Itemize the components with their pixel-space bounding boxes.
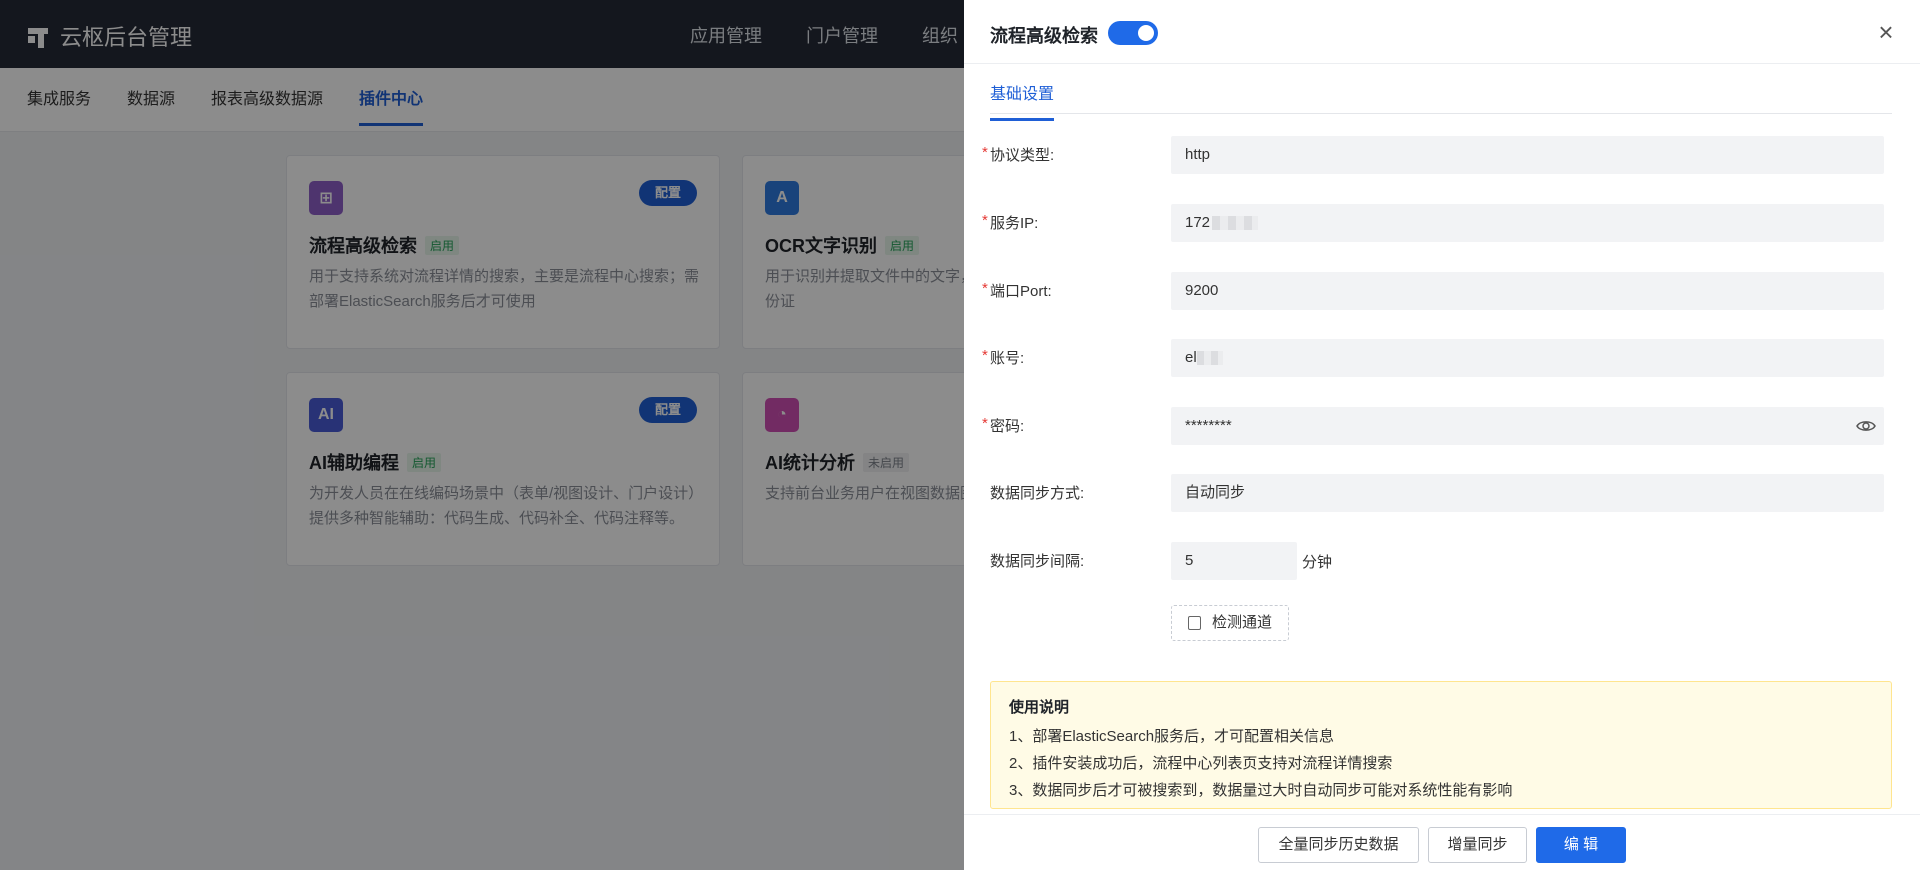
detect-channel-label: 检测通道 [1212,614,1273,631]
field-label: * 账号: [982,347,1025,368]
required-mark: * [982,347,988,364]
form-row-sync-mode: 数据同步方式: 自动同步 [964,474,1920,512]
enable-toggle[interactable] [1108,21,1158,45]
label-text: 密码: [990,418,1025,435]
form-row-password: * 密码: ******** [964,407,1920,445]
account-field[interactable]: el [1171,339,1884,377]
ip-value: 172 [1185,214,1211,231]
redacted-block [1212,216,1259,231]
form-row-port: * 端口Port: 9200 [964,272,1920,310]
drawer-tabs: 基础设置 [990,64,1892,121]
label-text: 账号: [990,350,1025,367]
form-row-ip: * 服务IP: 172 [964,204,1920,242]
detect-channel-button[interactable]: 检测通道 [1171,605,1290,641]
field-label: * 端口Port: [982,280,1052,301]
plugin-settings-drawer: 流程高级检索 × 基础设置 * 协议类型: http * 服务IP: 172 * 端口… [964,0,1920,870]
drawer-title: 流程高级检索 [990,26,1098,46]
document-check-icon [1188,616,1201,630]
field-label: * 服务IP: [982,212,1039,233]
close-icon[interactable]: × [1872,18,1900,46]
eye-icon[interactable] [1856,416,1876,436]
port-field[interactable]: 9200 [1171,272,1884,310]
field-label: 数据同步间隔: [990,553,1085,570]
sync-mode-field[interactable]: 自动同步 [1171,474,1884,512]
field-label: 数据同步方式: [990,485,1085,502]
label-text: 端口Port: [990,283,1052,300]
label-text: 协议类型: [990,147,1055,164]
form-row-sync-interval: 数据同步间隔: 5 分钟 [964,542,1920,580]
interval-unit: 分钟 [1302,554,1333,571]
notice-line: 3、数据同步后才可被搜索到，数据量过大时自动同步可能对系统性能有影响 [1009,782,1513,799]
form-row-account: * 账号: el [964,339,1920,377]
required-mark: * [982,280,988,297]
required-mark: * [982,144,988,161]
redacted-block [1196,351,1223,366]
tab-basic-settings[interactable]: 基础设置 [990,80,1055,121]
password-field[interactable]: ******** [1171,407,1884,445]
ip-field[interactable]: 172 [1171,204,1884,242]
drawer-header: 流程高级检索 × [964,0,1920,64]
required-mark: * [982,415,988,432]
notice-line: 1、部署ElasticSearch服务后，才可配置相关信息 [1009,728,1335,745]
field-label: * 密码: [982,415,1025,436]
notice-line: 2、插件安装成功后，流程中心列表页支持对流程详情搜索 [1009,755,1393,772]
sync-interval-field[interactable]: 5 [1171,542,1297,580]
form-row-protocol: * 协议类型: http [964,136,1920,174]
label-text: 服务IP: [990,215,1039,232]
field-label: * 协议类型: [982,144,1055,165]
full-sync-button[interactable]: 全量同步历史数据 [1258,827,1419,863]
protocol-field[interactable]: http [1171,136,1884,174]
password-value: ******** [1185,417,1232,434]
account-value: el [1185,349,1197,366]
usage-notice: 使用说明 1、部署ElasticSearch服务后，才可配置相关信息 2、插件安… [990,681,1892,809]
drawer-footer: 全量同步历史数据 增量同步 编 辑 [964,814,1920,870]
notice-title: 使用说明 [1009,699,1070,716]
required-mark: * [982,212,988,229]
incremental-sync-button[interactable]: 增量同步 [1428,827,1527,863]
edit-button[interactable]: 编 辑 [1536,827,1626,863]
